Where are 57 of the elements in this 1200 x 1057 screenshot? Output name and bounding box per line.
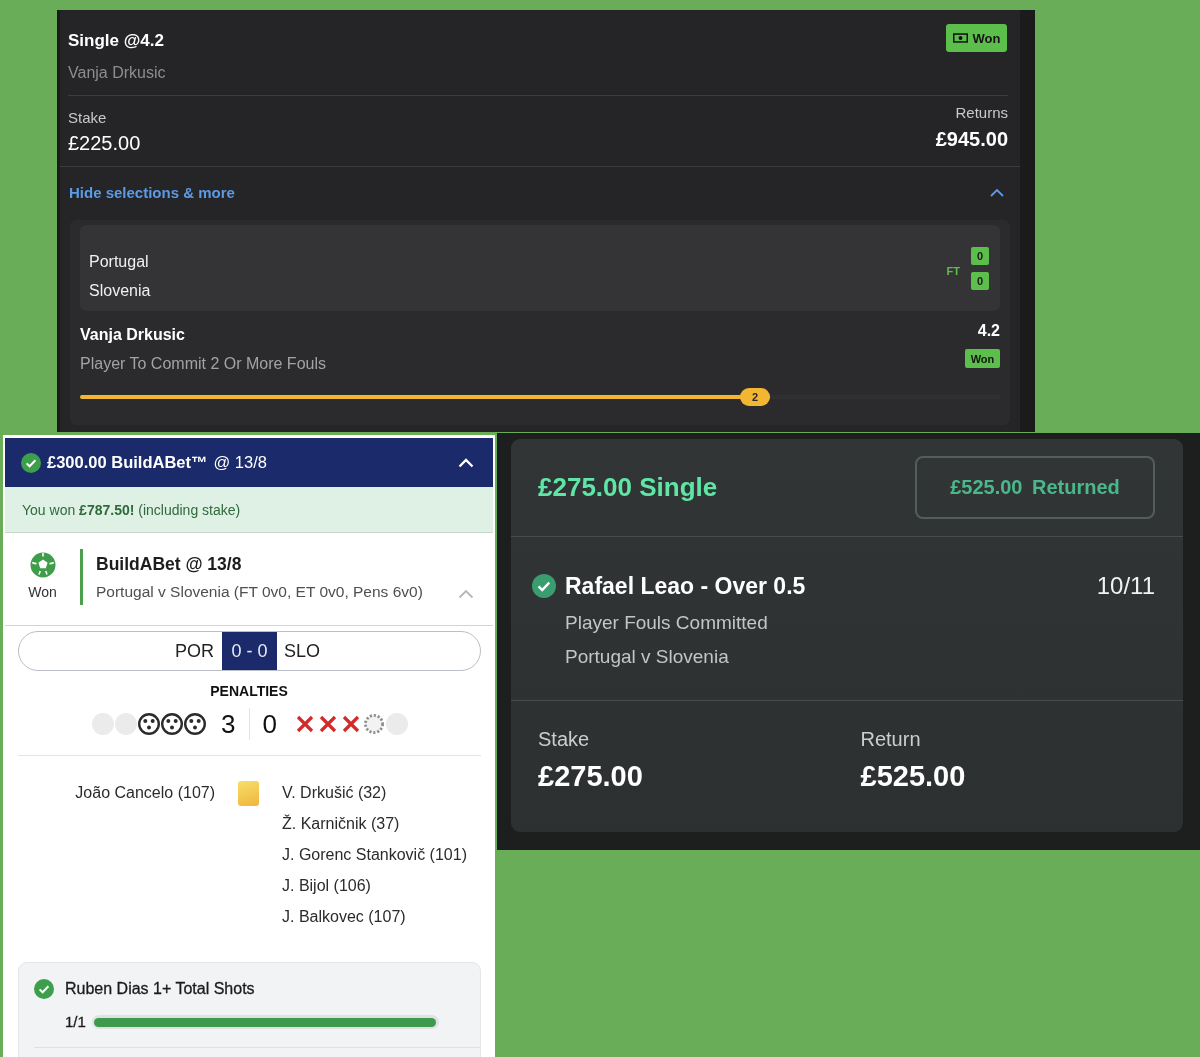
status-label: Won	[972, 30, 1001, 46]
home-penalty-score: 3	[221, 708, 236, 740]
market-name: Player Fouls Committed	[565, 611, 768, 635]
match-period: FT	[946, 265, 960, 277]
stake-label: Stake	[538, 727, 590, 751]
penalties-heading: PENALTIES	[210, 682, 288, 700]
return-label: Return	[860, 727, 921, 751]
ball-icon	[161, 713, 184, 735]
booked-player: J. Gorenc Stankovič (101)	[282, 845, 467, 865]
booked-player: J. Balkovec (107)	[282, 907, 406, 927]
bet-title: £300.00 BuildABet™	[47, 453, 208, 472]
football-icon	[29, 552, 56, 578]
bet-odds: @ 13/8	[213, 453, 267, 472]
booked-player: V. Drkušić (32)	[282, 783, 387, 803]
dotted-ring-icon	[362, 713, 385, 735]
result-badge: Won	[965, 349, 1000, 368]
bet-title: £275.00 Single	[538, 472, 718, 503]
returned-button[interactable]: £525.00 Returned	[915, 456, 1155, 519]
home-team-code: POR	[175, 640, 214, 663]
win-message: You won £787.50! (including stake)	[22, 501, 241, 518]
progress-count: 1/1	[65, 1012, 86, 1032]
odds-value: 10/11	[1096, 572, 1155, 600]
away-team-code: SLO	[284, 640, 321, 663]
booked-player: Ž. Karničnik (37)	[282, 813, 400, 834]
returns-label: Returns	[955, 103, 1008, 123]
leg-title: Rafael Leao - Over 0.5	[565, 572, 806, 600]
team-name: Portugal	[89, 252, 149, 272]
hide-selections-link[interactable]: Hide selections & more	[69, 183, 235, 201]
selection-label: Ruben Dias 1+ Total Shots	[65, 980, 255, 998]
ball-icon	[184, 713, 207, 735]
return-amount: £525.00	[860, 759, 966, 793]
score-badge: 0	[971, 246, 989, 265]
odds-value: 4.2	[977, 321, 1000, 341]
ball-icon	[138, 713, 161, 735]
cash-icon	[952, 33, 968, 43]
team-name: Slovenia	[89, 281, 151, 301]
progress-count: 2	[740, 388, 770, 406]
market-name: Player To Commit 2 Or More Fouls	[80, 354, 326, 374]
booked-player: J. Bijol (106)	[282, 876, 371, 896]
away-penalty-score: 0	[262, 708, 277, 740]
status-bar	[80, 549, 83, 605]
stake-amount: £275.00	[538, 759, 643, 793]
score-badge: 0	[971, 271, 989, 290]
stake-label: Stake	[68, 108, 107, 128]
event-name: Portugal v Slovenia (FT 0v0, ET 0v0, Pens 6v0)	[96, 582, 423, 602]
event-name: Portugal v Slovenia	[565, 645, 729, 669]
bet-subtitle: Vanja Drkusic	[68, 63, 166, 83]
booked-player: João Cancelo (107)	[75, 783, 215, 803]
leg-status: Won	[28, 584, 57, 600]
selection-name: Vanja Drkusic	[80, 325, 185, 345]
booking-card-icon	[238, 781, 259, 806]
returns-amount: £945.00	[935, 127, 1008, 152]
stake-amount: £225.00	[68, 131, 141, 156]
leg-title: BuildABet @ 13/8	[96, 553, 242, 576]
bet-title: Single @4.2	[68, 30, 164, 52]
match-score: 0 - 0	[222, 632, 277, 670]
chevron-icon[interactable]	[990, 187, 1004, 197]
